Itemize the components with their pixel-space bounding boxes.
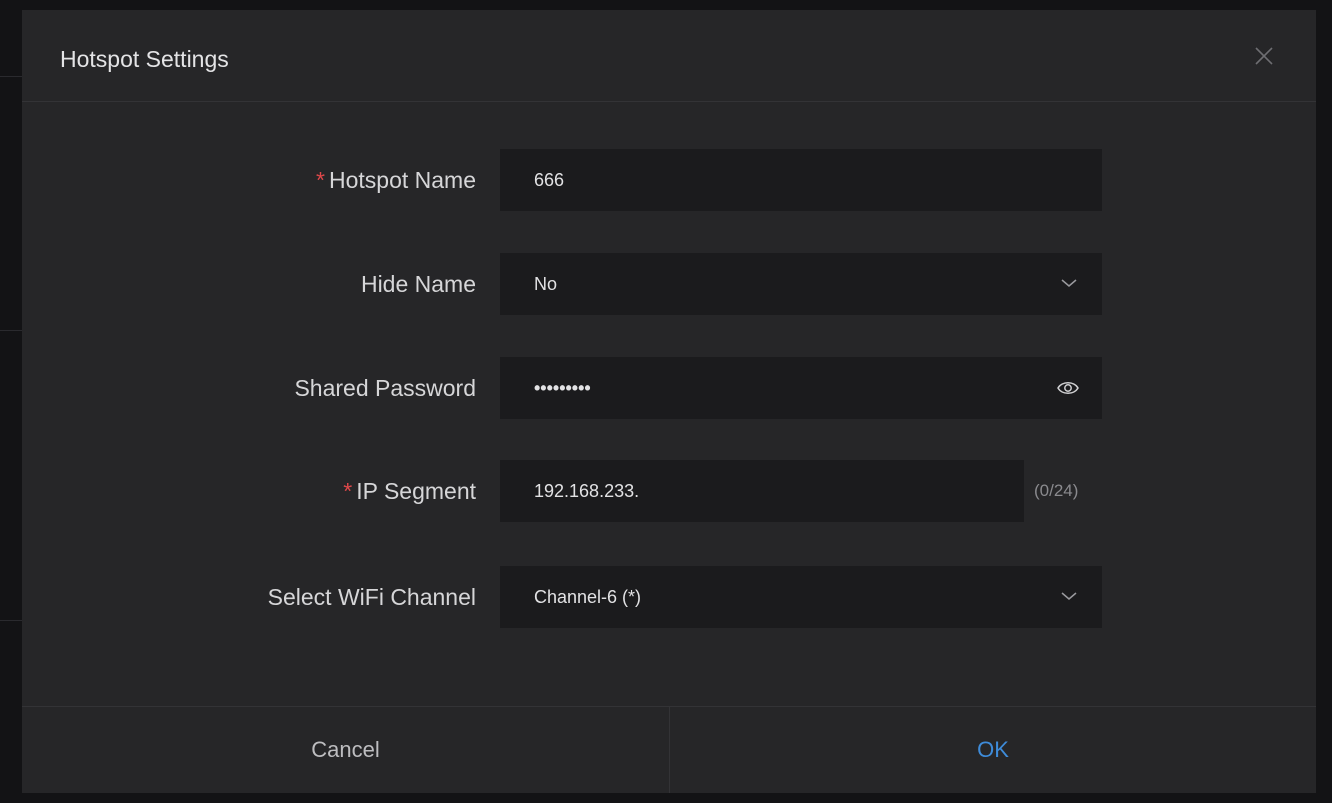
- cancel-button[interactable]: Cancel: [22, 707, 670, 793]
- wifi-channel-select[interactable]: Channel-6 (*): [500, 566, 1102, 628]
- shared-password-row: Shared Password •••••••••: [22, 357, 1316, 419]
- hide-name-row: Hide Name No: [22, 253, 1316, 315]
- wifi-channel-value: Channel-6 (*): [534, 587, 642, 607]
- shared-password-input[interactable]: •••••••••: [500, 357, 1102, 419]
- hide-name-value: No: [534, 274, 558, 294]
- ip-segment-input[interactable]: 192.168.233.: [500, 460, 1024, 522]
- wifi-channel-label: Select WiFi Channel: [267, 584, 476, 610]
- hotspot-settings-dialog: Hotspot Settings * Hotspot Name 666 Hide …: [22, 10, 1316, 793]
- ok-button[interactable]: OK: [670, 707, 1316, 793]
- chevron-down-icon: [1060, 589, 1078, 603]
- ip-segment-counter: (0/24): [1034, 481, 1079, 500]
- hotspot-name-input[interactable]: 666: [500, 149, 1102, 211]
- backdrop-divider: [0, 330, 22, 331]
- dialog-footer: Cancel OK: [22, 706, 1316, 793]
- hotspot-name-label: * Hotspot Name: [316, 149, 476, 211]
- hotspot-name-row: * Hotspot Name 666: [22, 149, 1316, 211]
- dialog-title: Hotspot Settings: [60, 46, 229, 72]
- hide-name-select[interactable]: No: [500, 253, 1102, 315]
- required-marker: *: [316, 167, 325, 193]
- shared-password-value: •••••••••: [534, 378, 591, 398]
- ip-segment-label: * IP Segment: [343, 460, 476, 522]
- hide-name-label: Hide Name: [360, 271, 476, 297]
- chevron-down-icon: [1060, 276, 1078, 290]
- required-marker: *: [343, 478, 353, 504]
- ip-segment-label-text: IP Segment: [356, 478, 476, 504]
- shared-password-label: Shared Password: [294, 375, 476, 401]
- hotspot-name-label-text: Hotspot Name: [328, 167, 476, 193]
- backdrop-divider: [0, 76, 22, 77]
- eye-icon[interactable]: [1056, 377, 1080, 399]
- dialog-header: Hotspot Settings: [22, 10, 1316, 102]
- hotspot-name-value: 666: [534, 170, 565, 190]
- wifi-channel-row: Select WiFi Channel Channel-6 (*): [22, 566, 1316, 628]
- close-icon[interactable]: [1252, 44, 1276, 68]
- ip-segment-row: * IP Segment 192.168.233. (0/24): [22, 460, 1316, 522]
- backdrop-divider: [0, 620, 22, 621]
- ip-segment-value: 192.168.233.: [534, 481, 640, 501]
